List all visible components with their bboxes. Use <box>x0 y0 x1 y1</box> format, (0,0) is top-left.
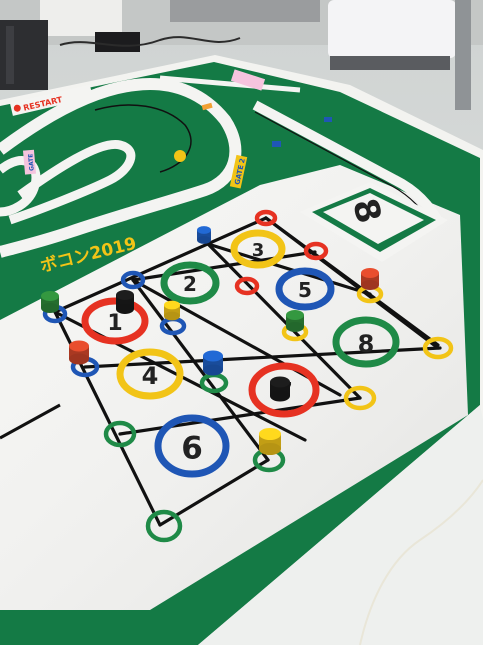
puck-top <box>286 310 304 320</box>
puck-top <box>259 427 281 441</box>
puck-base <box>270 390 290 402</box>
white-cabinet <box>40 0 122 36</box>
puck-top <box>164 300 180 310</box>
photo-scene: RESTART R GATE GATE 2 ボコン2019 8 1 2 3 4 … <box>0 0 483 645</box>
puck-base <box>361 280 379 290</box>
puck-red <box>69 340 89 365</box>
puck-top <box>197 226 211 234</box>
puck-top <box>361 268 379 278</box>
cushion-panel <box>328 0 456 58</box>
puck-top <box>270 376 290 388</box>
puck-blue <box>203 350 223 376</box>
gate-small-sign: GATE <box>22 149 37 175</box>
puck-top <box>203 350 223 362</box>
puck-top <box>116 290 134 300</box>
puck-green <box>41 291 59 313</box>
blue-marker-tag-2 <box>272 141 281 147</box>
pc-tower-front <box>6 26 14 84</box>
cart-frame <box>330 56 450 70</box>
ring-number: 8 <box>358 330 375 358</box>
puck-black <box>270 376 290 402</box>
ring-number: 2 <box>183 272 197 296</box>
table-top <box>170 0 320 22</box>
puck-black <box>116 290 134 314</box>
ring-number: 6 <box>181 431 203 467</box>
puck-green <box>286 310 304 332</box>
puck-base <box>197 236 211 244</box>
black-box <box>95 32 140 52</box>
puck-red <box>361 268 379 290</box>
puck-base <box>259 442 281 456</box>
puck-base <box>164 311 180 321</box>
scene-svg: RESTART R GATE GATE 2 ボコン2019 8 1234568 <box>0 0 483 645</box>
puck-base <box>69 353 89 365</box>
puck-yellow <box>164 300 180 321</box>
blue-marker-tag-1 <box>324 117 332 122</box>
puck-top <box>41 291 59 301</box>
puck-base <box>116 304 134 314</box>
ring-number: 5 <box>298 278 312 302</box>
ring-number: 4 <box>142 362 159 390</box>
puck-blue <box>197 226 211 244</box>
puck-base <box>286 322 304 332</box>
puck-base <box>203 364 223 376</box>
puck-base <box>41 303 59 313</box>
puck-yellow <box>259 427 281 456</box>
ring-number: 1 <box>107 311 122 336</box>
metal-post <box>455 0 471 110</box>
yellow-marker-dot <box>174 150 186 162</box>
ring-number: 3 <box>252 240 265 261</box>
puck-top <box>69 340 89 352</box>
